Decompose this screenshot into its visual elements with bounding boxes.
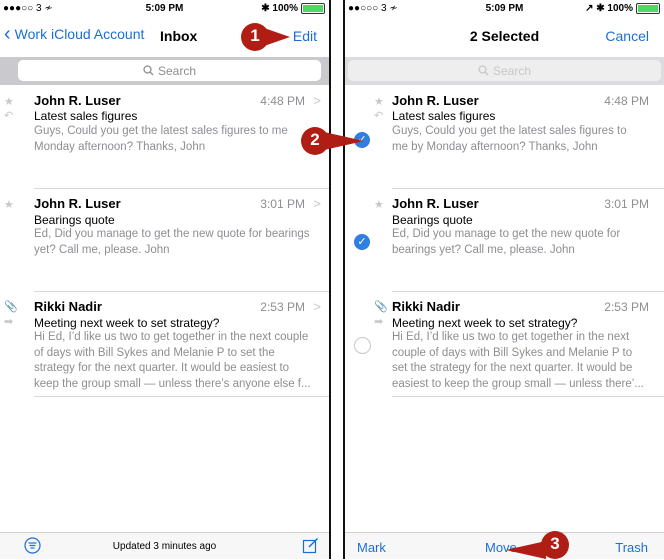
step-1-callout: 1 [240, 22, 290, 52]
step-2-callout: 2 [300, 126, 364, 156]
preview-line: set the strategy for the next quarter. I… [392, 362, 633, 374]
search-icon [478, 65, 489, 76]
preview-line: me by Monday afternoon? Thanks, John [392, 140, 598, 153]
chevron-right-icon: > [313, 299, 321, 314]
preview-line: easiest to keep the group small — unless… [392, 377, 644, 390]
battery-percent: ↗ ✱ 100% [585, 3, 633, 14]
message-sender: John R. Luser [392, 93, 479, 108]
divider [392, 188, 664, 189]
edit-button[interactable]: Edit [293, 28, 317, 44]
status-bar: ●●○○○ 3 ≁ 5:09 PM ↗ ✱ 100% [345, 0, 664, 17]
nav-bar: 2 Selected Cancel [345, 17, 664, 55]
step-number: 2 [310, 130, 320, 149]
attachment-icon: 📎 [4, 301, 18, 313]
left-phone-screen: ●●●○○ 3 ≁ 5:09 PM ✱ 100% ‹ Work iCloud A… [0, 0, 329, 559]
message-sender: Rikki Nadir [392, 299, 460, 314]
bottom-toolbar: Mark Move Trash [345, 532, 664, 559]
battery-icon [636, 3, 660, 14]
message-sender: John R. Luser [392, 196, 479, 211]
step-number: 3 [550, 534, 560, 553]
message-preview: Guys, Could you get the latest sales fig… [34, 124, 329, 155]
divider [34, 396, 329, 397]
selected-checkmark-icon[interactable]: ✓ [354, 234, 370, 250]
right-phone-screen: ●●○○○ 3 ≁ 5:09 PM ↗ ✱ 100% 2 Selected Ca… [345, 0, 664, 559]
unselected-circle-icon[interactable] [354, 337, 371, 354]
preview-line: Ed, Did you manage to get the new quote … [34, 228, 310, 240]
message-time: 2:53 PM [260, 300, 305, 314]
step-3-callout: 3 [506, 530, 569, 560]
chevron-right-icon: > [313, 93, 321, 108]
message-sender: Rikki Nadir [34, 299, 102, 314]
chevron-right-icon: > [313, 196, 321, 211]
message-preview: Ed, Did you manage to get the new quote … [34, 227, 329, 258]
divider [34, 291, 329, 292]
search-input: Search [348, 60, 661, 81]
back-button[interactable]: ‹ Work iCloud Account [4, 23, 145, 45]
page-title: Inbox [160, 28, 198, 44]
message-subject: Latest sales figures [392, 109, 496, 123]
search-bar: Search [0, 57, 329, 85]
message-time: 3:01 PM [604, 197, 649, 211]
replied-icon: ↶ [374, 110, 384, 122]
chevron-left-icon: ‹ [4, 23, 11, 45]
message-preview: Ed, Did you manage to get the new quote … [392, 227, 662, 258]
message-preview: Guys, Could you get the latest sales fig… [392, 124, 662, 155]
divider [392, 396, 664, 397]
search-bar: Search [345, 57, 664, 85]
star-icon: ★ [4, 96, 14, 108]
bottom-toolbar: Updated 3 minutes ago [0, 532, 329, 559]
message-time: 4:48 PM [604, 94, 649, 108]
compose-icon[interactable] [302, 537, 319, 554]
star-icon: ★ [4, 199, 14, 211]
preview-line: Guys, Could you get the latest sales fig… [34, 125, 288, 137]
search-placeholder: Search [492, 63, 532, 78]
status-bar: ●●●○○ 3 ≁ 5:09 PM ✱ 100% [0, 0, 329, 17]
preview-line: yet? Call me, please. John [34, 243, 170, 256]
replied-icon: ↶ [4, 110, 14, 122]
message-sender: John R. Luser [34, 93, 121, 108]
message-subject: Meeting next week to set strategy? [392, 316, 578, 330]
preview-line: Hi Ed, I’d like us two to get together i… [34, 331, 309, 343]
preview-line: Hi Ed, I’d like us two to get together i… [392, 331, 630, 343]
update-status: Updated 3 minutes ago [112, 541, 217, 552]
battery-indicator: ✱ 100% [261, 3, 325, 14]
message-time: 3:01 PM [260, 197, 305, 211]
search-placeholder: Search [157, 63, 197, 78]
message-preview: Hi Ed, I’d like us two to get together i… [34, 330, 329, 392]
battery-icon [301, 3, 325, 14]
mark-button[interactable]: Mark [357, 540, 386, 555]
search-input[interactable]: Search [18, 60, 321, 81]
message-subject: Latest sales figures [34, 109, 138, 123]
preview-line: Ed, Did you manage to get the new quote … [392, 228, 621, 240]
preview-line: couple of days with Bill Sykes and Melan… [392, 346, 633, 359]
attachment-icon: 📎 [374, 301, 388, 313]
message-subject: Bearings quote [34, 213, 115, 227]
divider [34, 188, 329, 189]
star-icon: ★ [374, 96, 384, 108]
preview-line: Guys, Could you get the latest sales fig… [392, 125, 627, 137]
preview-line: keep the group small — unless there’s an… [34, 377, 311, 390]
step-number: 1 [250, 26, 260, 45]
preview-line: bearings yet? Call me, please. John [392, 243, 575, 256]
trash-button[interactable]: Trash [615, 540, 648, 555]
message-subject: Bearings quote [392, 213, 473, 227]
message-subject: Meeting next week to set strategy? [34, 316, 220, 330]
message-sender: John R. Luser [34, 196, 121, 211]
forwarded-icon: ➡ [374, 316, 384, 328]
forwarded-icon: ➡ [4, 316, 14, 328]
preview-line: Monday afternoon? Thanks, John [34, 140, 206, 153]
preview-line: strategy for the next quarter. It would … [34, 362, 290, 374]
cancel-button[interactable]: Cancel [605, 28, 649, 44]
message-time: 4:48 PM [260, 94, 305, 108]
preview-line: of days with Bill Sykes and Melanie P to… [34, 346, 275, 359]
battery-percent: ✱ 100% [261, 3, 298, 14]
message-preview: Hi Ed, I’d like us two to get together i… [392, 330, 662, 392]
star-icon: ★ [374, 199, 384, 211]
battery-indicator: ↗ ✱ 100% [585, 3, 660, 14]
search-icon [143, 65, 154, 76]
divider [392, 291, 664, 292]
message-time: 2:53 PM [604, 300, 649, 314]
back-label: Work iCloud Account [14, 26, 145, 42]
